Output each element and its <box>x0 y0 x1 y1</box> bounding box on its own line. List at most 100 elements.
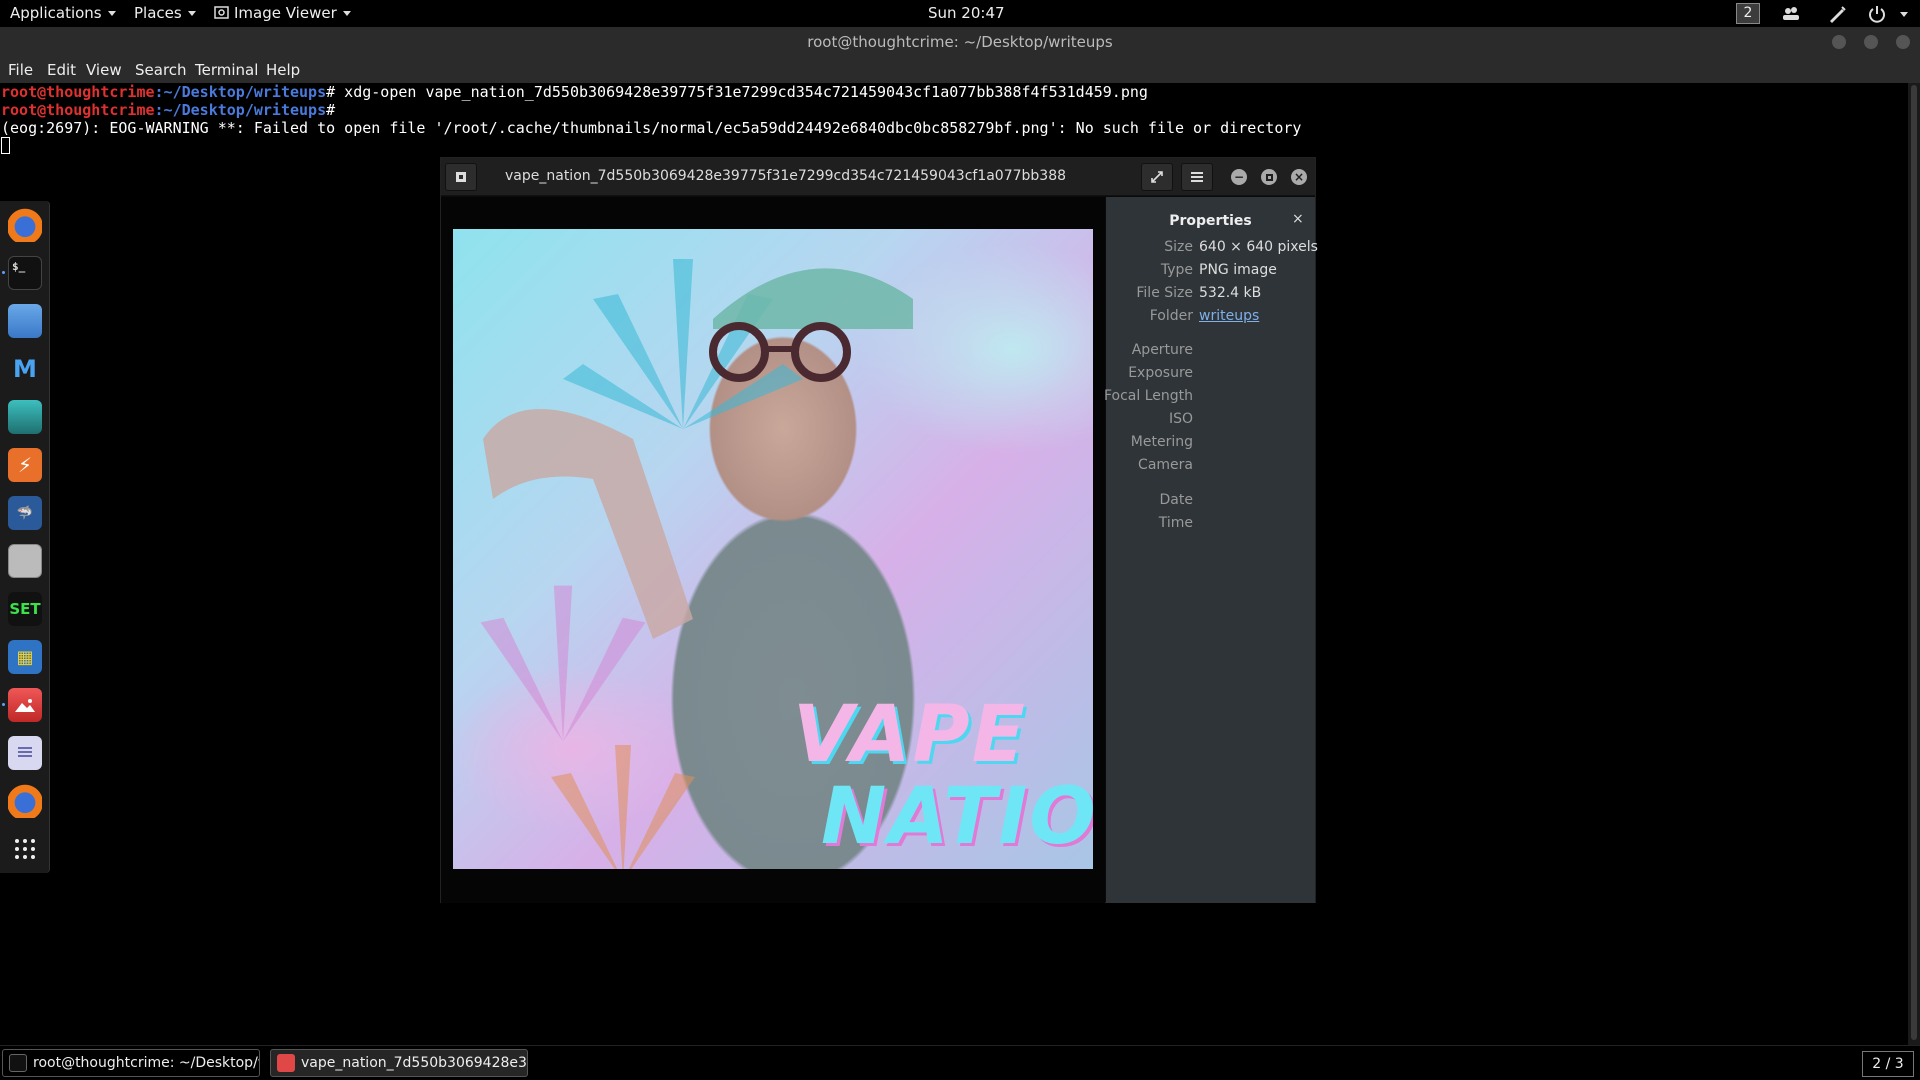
prompt-path: :~/Desktop/writeups <box>154 101 327 119</box>
taskbar-item-terminal[interactable]: root@thoughtcrime: ~/Desktop/w... <box>2 1049 260 1077</box>
maximize-button[interactable] <box>1261 169 1277 185</box>
workspace-badge[interactable]: 2 <box>1736 3 1760 24</box>
terminal-icon[interactable]: $_ <box>8 256 42 290</box>
scrollbar-thumb[interactable] <box>1911 85 1917 1040</box>
properties-title: Properties <box>1169 213 1252 229</box>
prompt-path: :~/Desktop/writeups <box>154 83 327 101</box>
menu-search[interactable]: Search <box>135 61 187 79</box>
places-label: Places <box>134 4 182 22</box>
gallery-icon <box>456 172 466 182</box>
terminal-menubar: File Edit View Search Terminal Help <box>0 57 1920 83</box>
close-button[interactable]: × <box>1291 169 1307 185</box>
minimize-icon[interactable] <box>1832 35 1846 49</box>
terminal-warning-line: (eog:2697): EOG-WARNING **: Failed to op… <box>1 119 1302 137</box>
hamburger-icon <box>1191 172 1203 182</box>
image-viewer-title: vape_nation_7d550b3069428e39775f31e7299c… <box>505 168 1065 184</box>
taskbar-item-image-viewer[interactable]: vape_nation_7d550b3069428e39... <box>270 1049 528 1077</box>
property-label: ISO <box>1168 411 1193 427</box>
workspace-indicator[interactable]: 2 / 3 <box>1862 1051 1914 1077</box>
metasploit-icon[interactable]: M <box>8 352 42 386</box>
property-label: Aperture <box>1131 342 1193 358</box>
terminal-cursor <box>1 137 10 154</box>
property-label: Size <box>1164 239 1193 255</box>
running-indicator <box>2 271 5 274</box>
top-panel: Applications Places Image Viewer Sun 20:… <box>0 0 1920 27</box>
property-label: Metering <box>1130 434 1193 450</box>
vape-nation-text: VAPE NATION <box>793 694 1093 858</box>
image-icon <box>214 6 229 19</box>
show-apps-icon[interactable] <box>8 832 42 866</box>
text-editor-icon[interactable] <box>8 736 42 770</box>
dock: $_ M ⚡ 🦈 SET ▦ <box>0 201 50 873</box>
minimize-icon: − <box>1233 170 1245 184</box>
applications-label: Applications <box>10 4 102 22</box>
property-label: Camera <box>1138 457 1193 473</box>
lines-icon <box>18 747 32 757</box>
menu-button[interactable] <box>1181 163 1213 191</box>
image-canvas[interactable]: VAPE NATION <box>441 197 1105 903</box>
burpsuite-icon[interactable]: ⚡ <box>8 448 42 482</box>
firefox-icon[interactable] <box>8 208 42 242</box>
close-icon: × <box>1293 170 1305 184</box>
pen-icon[interactable] <box>1826 3 1848 25</box>
set-icon[interactable]: SET <box>8 592 42 626</box>
power-icon[interactable] <box>1866 3 1888 25</box>
terminal-line: root@thoughtcrime:~/Desktop/writeups# xd… <box>1 83 1148 101</box>
caret-down-icon <box>107 11 116 16</box>
prompt-user: root@thoughtcrime <box>1 83 155 101</box>
applications-menu[interactable]: Applications <box>10 4 116 22</box>
terminal-titlebar[interactable]: root@thoughtcrime: ~/Desktop/writeups <box>0 27 1920 57</box>
places-menu[interactable]: Places <box>134 4 196 22</box>
armitage-icon[interactable] <box>8 400 42 434</box>
caret-down-icon[interactable] <box>1900 12 1908 17</box>
close-icon[interactable] <box>1896 35 1910 49</box>
maltego-icon[interactable]: ▦ <box>8 640 42 674</box>
clock[interactable]: Sun 20:47 <box>928 4 1005 22</box>
menu-view[interactable]: View <box>86 61 122 79</box>
calculator-icon[interactable] <box>8 544 42 578</box>
displayed-image[interactable]: VAPE NATION <box>453 229 1093 869</box>
expand-icon <box>1151 171 1163 183</box>
firefox-icon[interactable] <box>8 784 42 818</box>
menu-edit[interactable]: Edit <box>47 61 76 79</box>
terminal-scrollbar[interactable] <box>1908 83 1920 1045</box>
prompt-symbol: # <box>326 101 336 119</box>
image-viewer-icon[interactable] <box>8 688 42 722</box>
glasses-graphic <box>709 322 851 382</box>
menu-terminal[interactable]: Terminal <box>195 61 258 79</box>
gallery-button[interactable] <box>445 163 477 191</box>
property-value: PNG image <box>1199 262 1277 278</box>
properties-sidebar: Properties × Size 640 × 640 pixels Type PN… <box>1104 197 1318 903</box>
menu-file[interactable]: File <box>8 61 33 79</box>
vape-text-line1: VAPE <box>793 690 1027 780</box>
caret-down-icon <box>342 11 351 16</box>
files-icon[interactable] <box>8 304 42 338</box>
terminal-line: root@thoughtcrime:~/Desktop/writeups# <box>1 101 335 119</box>
menu-help[interactable]: Help <box>266 61 300 79</box>
image-viewer-icon <box>277 1054 295 1072</box>
running-indicator <box>2 703 5 706</box>
bottom-panel: root@thoughtcrime: ~/Desktop/w... vape_n… <box>0 1045 1920 1080</box>
maximize-icon[interactable] <box>1864 35 1878 49</box>
image-viewer-headerbar[interactable]: vape_nation_7d550b3069428e39775f31e7299c… <box>441 158 1315 196</box>
taskbar-item-label: vape_nation_7d550b3069428e39... <box>301 1055 528 1071</box>
minimize-button[interactable]: − <box>1231 169 1247 185</box>
people-icon[interactable] <box>1780 3 1802 25</box>
folder-link[interactable]: writeups <box>1199 308 1259 324</box>
property-label: File Size <box>1136 285 1193 301</box>
property-label: Date <box>1159 492 1193 508</box>
prompt-symbol: # <box>326 83 336 101</box>
vape-text-line2: NATION <box>821 772 1093 862</box>
fullscreen-button[interactable] <box>1141 163 1173 191</box>
terminal-icon <box>9 1054 27 1072</box>
wireshark-icon[interactable]: 🦈 <box>8 496 42 530</box>
prompt-user: root@thoughtcrime <box>1 101 155 119</box>
terminal-title: root@thoughtcrime: ~/Desktop/writeups <box>807 33 1113 51</box>
maximize-icon <box>1265 173 1273 181</box>
taskbar-item-label: root@thoughtcrime: ~/Desktop/w... <box>33 1055 260 1071</box>
property-value: 532.4 kB <box>1199 285 1262 301</box>
property-value: 640 × 640 pixels <box>1199 239 1318 255</box>
close-icon[interactable]: × <box>1292 211 1304 227</box>
terminal-command: xdg-open vape_nation_7d550b3069428e39775… <box>335 83 1148 101</box>
image-viewer-app-menu[interactable]: Image Viewer <box>214 4 351 22</box>
